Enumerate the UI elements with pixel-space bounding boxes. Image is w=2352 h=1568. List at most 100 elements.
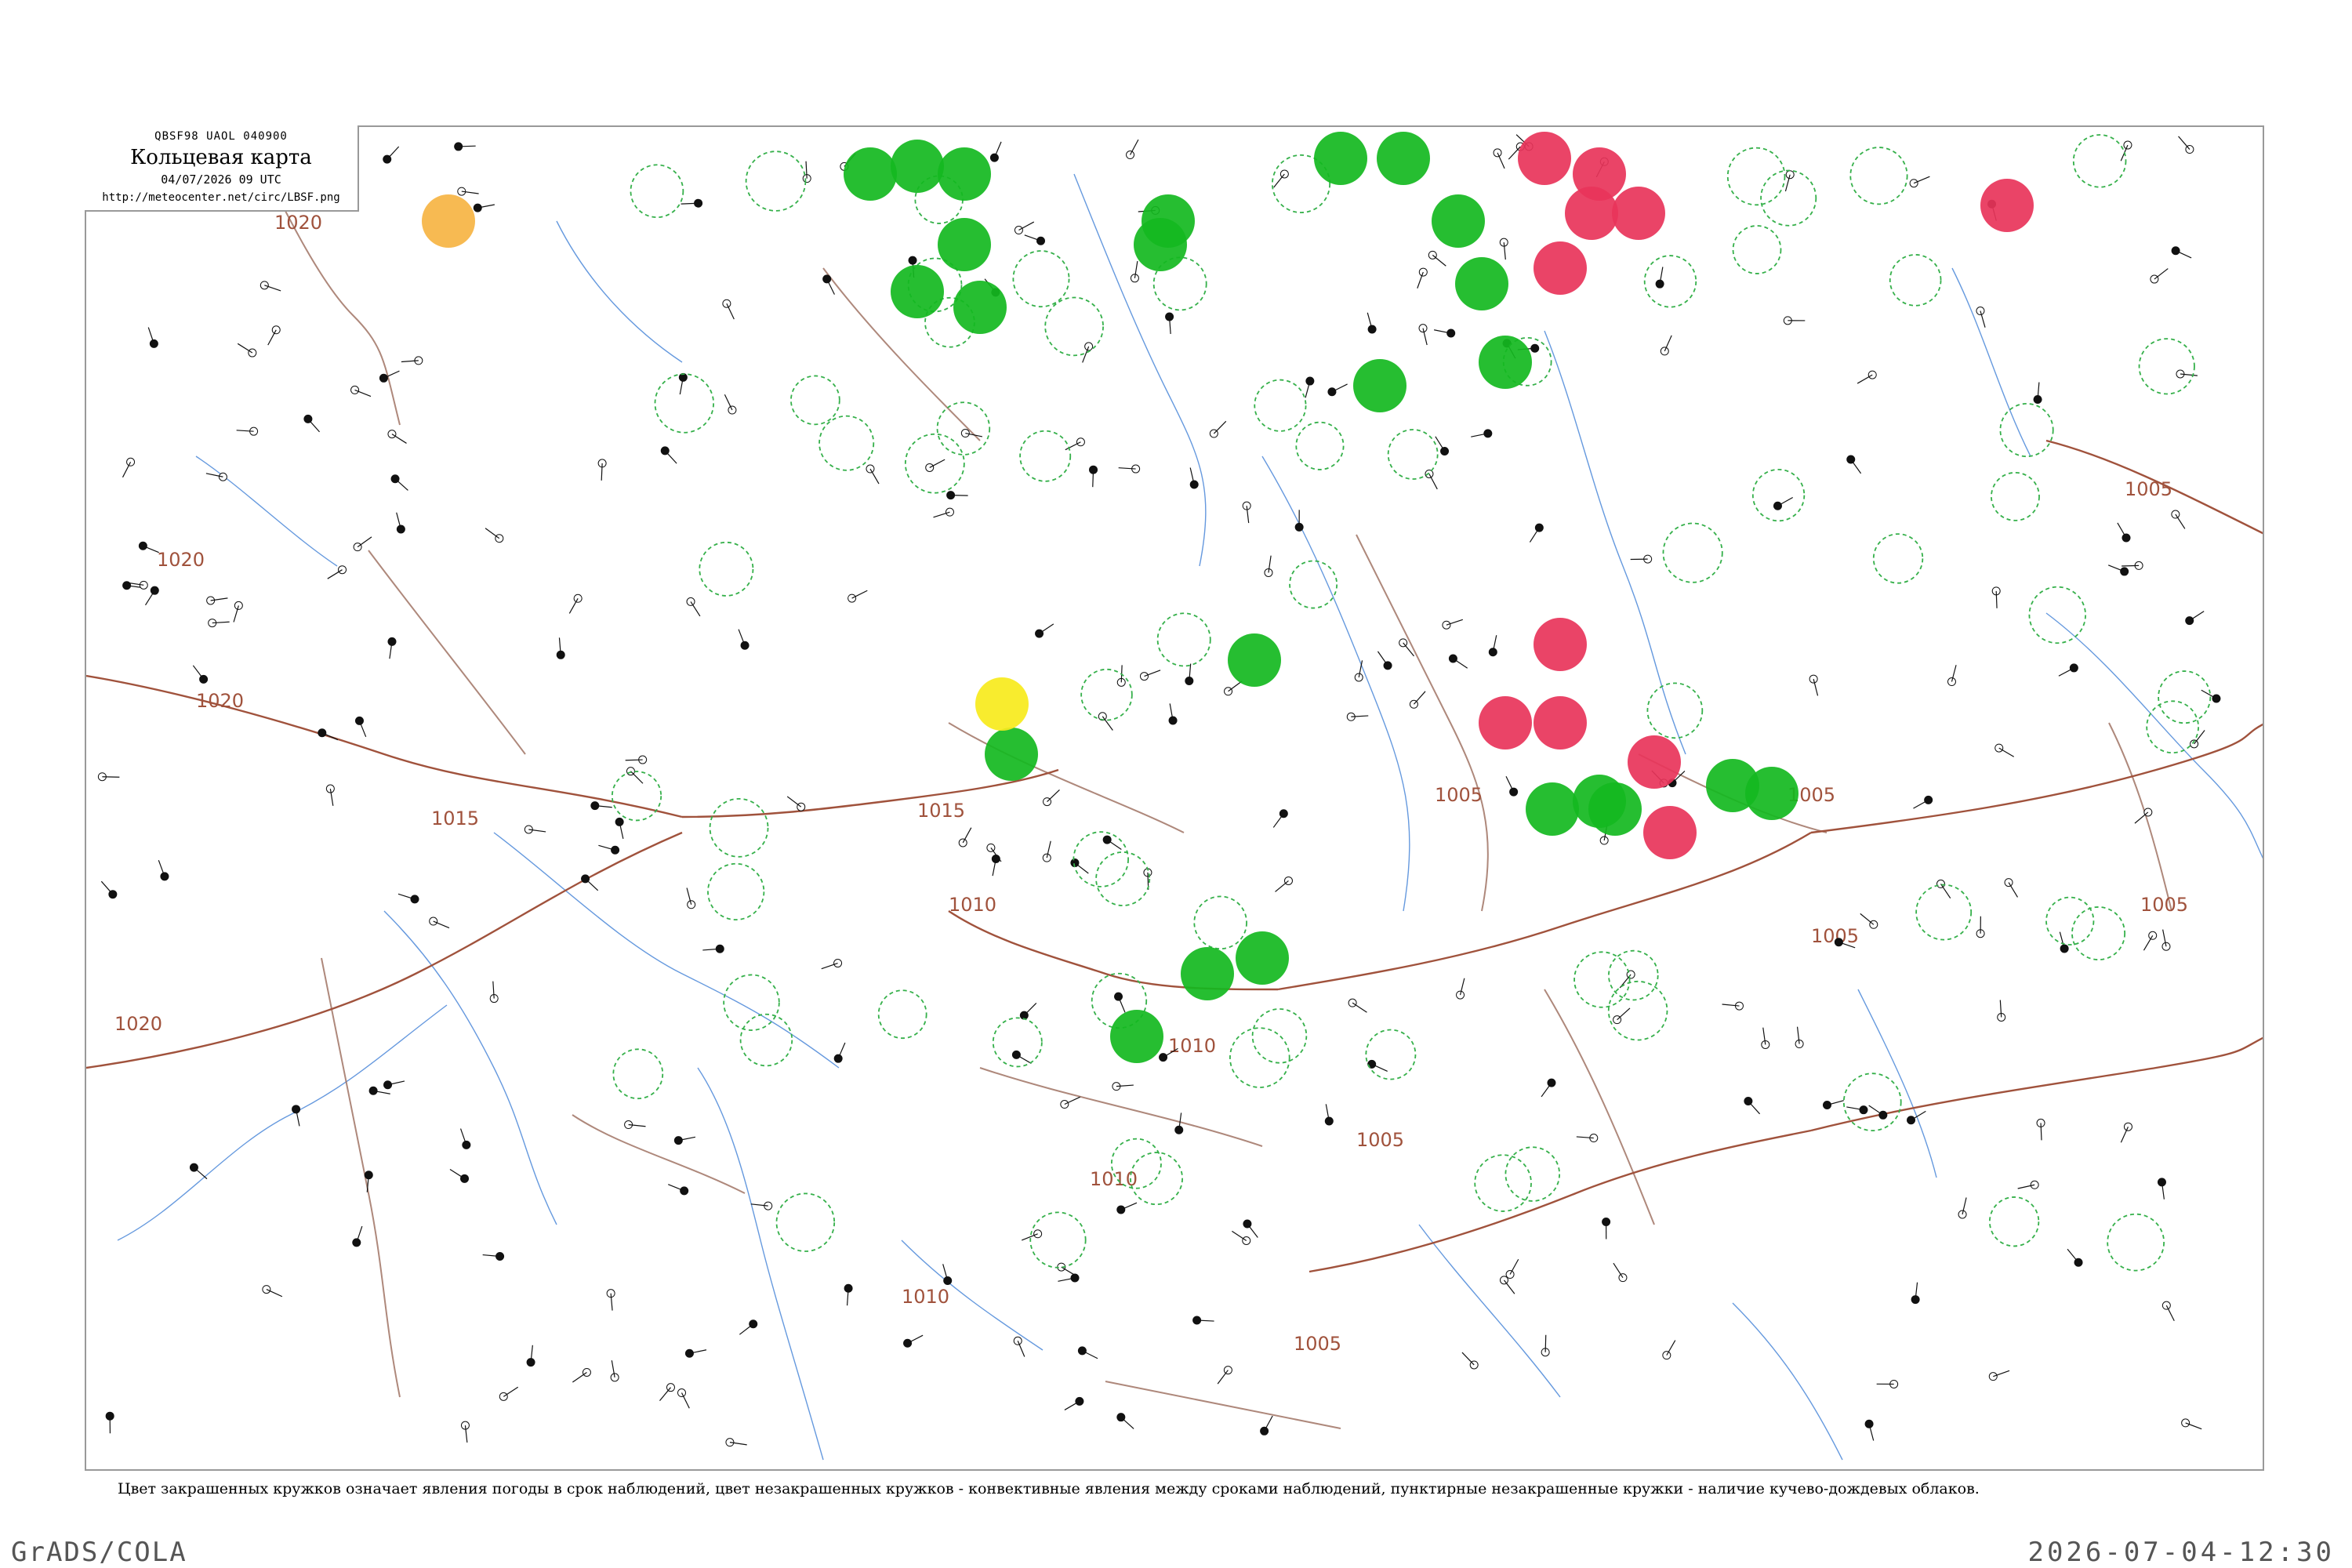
station-plot <box>1273 169 1289 188</box>
wind-barb <box>102 776 120 778</box>
station-plot <box>625 755 648 764</box>
rain-circle <box>1353 359 1406 412</box>
station-circle <box>2171 246 2180 256</box>
wind-barb <box>1064 1096 1081 1105</box>
station-plot <box>1189 467 1199 489</box>
isobar-label: 1010 <box>1168 1035 1216 1057</box>
wind-barb <box>2067 1248 2079 1263</box>
station-plot <box>1114 992 1126 1013</box>
station-plot <box>2067 1248 2083 1267</box>
station-circle <box>262 1285 271 1294</box>
station-plot <box>686 597 701 617</box>
cb-circle <box>936 401 991 456</box>
station-plot <box>383 146 400 164</box>
isobar-label: 1005 <box>2125 478 2172 500</box>
station-plot <box>1168 703 1178 725</box>
station-plot <box>1493 148 1505 169</box>
wind-barb <box>1064 1400 1080 1410</box>
cb-circle <box>1289 560 1338 609</box>
station-plot <box>1655 267 1664 289</box>
cb-circle <box>1073 831 1129 887</box>
station-plot <box>2178 136 2194 154</box>
rain-circle <box>938 147 991 201</box>
station-plot <box>848 590 868 603</box>
wind-barb <box>1432 254 1446 267</box>
station-plot <box>2161 929 2171 951</box>
fog-circle <box>422 194 475 248</box>
station-plot <box>1505 776 1519 797</box>
isobar-label: 1005 <box>1356 1129 1404 1151</box>
rain-circle <box>985 728 1038 781</box>
wind-barb <box>1275 880 1289 892</box>
station-plot <box>1434 328 1456 338</box>
station-plot <box>1327 383 1348 397</box>
wind-barb <box>724 394 733 411</box>
wind-barb <box>2178 136 2190 150</box>
wind-barb <box>1860 913 1875 925</box>
wind-barb <box>786 796 802 808</box>
station-plot <box>2157 1178 2166 1200</box>
cb-circle <box>818 415 875 471</box>
station-plot <box>624 1120 646 1130</box>
station-circle <box>960 429 970 438</box>
chart-title: Кольцевая карта <box>130 146 312 169</box>
station-plot <box>1346 712 1369 721</box>
station-plot <box>1660 335 1672 356</box>
station-plot <box>122 457 136 478</box>
wind-barb <box>2189 611 2205 622</box>
source-url[interactable]: http://meteocenter.net/circ/LBSF.png <box>85 191 358 204</box>
station-plot <box>2059 931 2069 953</box>
station-plot <box>1185 663 1194 686</box>
station-plot <box>1013 1336 1025 1357</box>
cb-circle <box>699 541 754 597</box>
cb-circle <box>1156 612 1211 667</box>
software-credit: GrADS/COLA <box>11 1537 187 1568</box>
wind-barb <box>851 590 868 599</box>
station-plot <box>189 1163 208 1180</box>
station-plot <box>1529 523 1544 543</box>
thunderstorm-circle <box>1612 187 1665 240</box>
wind-barb <box>1413 691 1426 705</box>
wind-barb <box>2008 882 2018 898</box>
station-plot <box>1139 670 1161 681</box>
station-plot <box>1305 376 1315 398</box>
cb-circle <box>1080 668 1133 721</box>
station-plot <box>2107 564 2129 576</box>
station-plot <box>429 916 450 929</box>
cb-circle <box>1474 1154 1532 1212</box>
station-plot <box>738 629 750 650</box>
station-plot <box>2033 382 2042 404</box>
cb-circle <box>1751 468 1806 522</box>
wind-barb <box>1377 651 1388 666</box>
cb-circle <box>611 771 662 822</box>
station-plot <box>598 844 620 855</box>
station-plot <box>1822 1100 1844 1110</box>
station-plot <box>2117 522 2131 543</box>
station-plot <box>1217 1366 1232 1385</box>
wind-barb <box>2165 1305 2175 1322</box>
station-plot <box>942 1264 953 1285</box>
cb-circle <box>2045 896 2095 946</box>
station-plot <box>1576 1134 1599 1143</box>
station-plot <box>1011 1050 1032 1064</box>
station-plot <box>1809 674 1819 696</box>
station-plot <box>1098 712 1113 731</box>
thunderstorm-circle <box>1628 735 1681 789</box>
station-circle <box>1279 809 1288 818</box>
station-circle <box>1924 795 1933 804</box>
wind-barb <box>100 880 114 895</box>
rain-circle <box>891 265 944 318</box>
station-plot <box>1947 665 1957 687</box>
station-plot <box>722 299 735 320</box>
wind-barb <box>1352 1002 1367 1013</box>
cb-circle <box>1607 980 1668 1041</box>
station-plot <box>1456 978 1465 1000</box>
station-plot <box>1243 1219 1258 1238</box>
station-plot <box>325 784 335 806</box>
wind-barb <box>1505 776 1515 793</box>
station-circle <box>1936 879 1945 888</box>
rain-circle <box>938 218 991 271</box>
station-plot <box>1116 665 1126 687</box>
station-plot <box>208 619 230 628</box>
wind-barb <box>726 303 735 320</box>
